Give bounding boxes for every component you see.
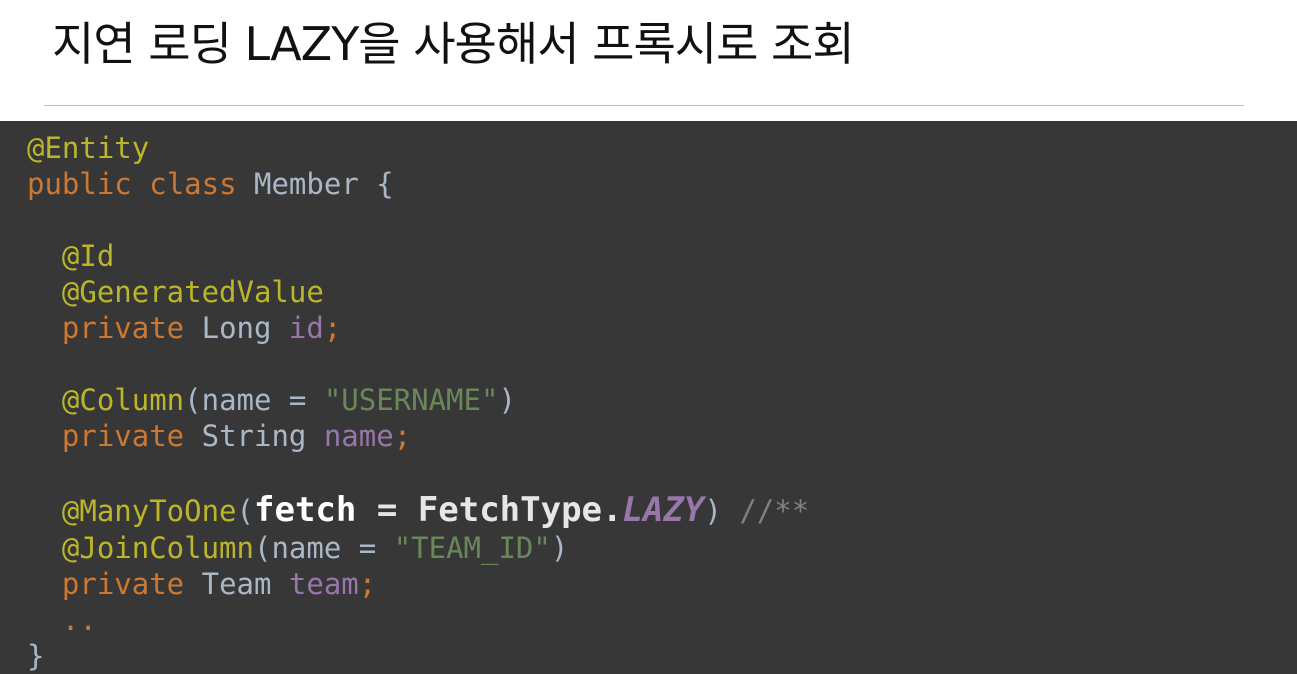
keyword-token: private (61, 567, 185, 601)
code-line-11-highlighted: @ManyToOne(fetch = FetchType.LAZY) //** (27, 490, 1297, 530)
code-line-6: private Long id; (27, 310, 1297, 346)
code-line-2: public class Member { (27, 166, 1297, 202)
title-divider (44, 105, 1244, 106)
brace-token: { (376, 167, 394, 201)
semicolon-token: ; (393, 419, 412, 453)
slide: 지연 로딩 LAZY을 사용해서 프록시로 조회 @Entity public … (0, 0, 1297, 674)
comment-token: //** (739, 494, 810, 528)
operator-token: = (271, 383, 324, 417)
highlighted-lazy-token: LAZY (622, 490, 705, 530)
code-line-8: @Column(name = "USERNAME") (27, 382, 1297, 418)
code-line-9: private String name; (27, 418, 1297, 454)
field-token: id (288, 311, 324, 345)
brace-token: } (27, 639, 45, 673)
field-token: name (323, 419, 394, 453)
string-token: "USERNAME" (323, 383, 499, 417)
paren-token: ) (704, 494, 722, 528)
code-line-4: @Id (27, 238, 1297, 274)
semicolon-token: ; (323, 311, 342, 345)
field-token: team (288, 567, 359, 601)
annotation-token: @Entity (27, 131, 150, 165)
paren-token: ( (184, 383, 202, 417)
paren-token: ( (253, 531, 272, 565)
annotation-token: @ManyToOne (61, 494, 237, 528)
keyword-token: public (27, 167, 132, 201)
code-block: @Entity public class Member { @Id @Gener… (0, 121, 1297, 674)
code-line-15: } (27, 638, 1297, 674)
string-token: "TEAM_ID" (393, 531, 551, 565)
annotation-token: @JoinColumn (61, 531, 254, 565)
code-line-5: @GeneratedValue (27, 274, 1297, 310)
code-line-13: private Team team; (27, 566, 1297, 602)
annotation-token: @Id (61, 239, 115, 273)
type-token: Team (201, 567, 272, 601)
highlighted-type-token: FetchType. (417, 490, 623, 530)
keyword-token: class (149, 167, 237, 201)
type-token: String (201, 419, 307, 453)
annotation-token: @Column (61, 383, 185, 417)
param-token: name (201, 383, 272, 417)
ellipsis-token: .. (61, 603, 97, 637)
keyword-token: private (61, 311, 185, 345)
keyword-token: private (61, 419, 185, 453)
code-line-12: @JoinColumn(name = "TEAM_ID") (27, 530, 1297, 566)
paren-token: ) (550, 531, 569, 565)
semicolon-token: ; (358, 567, 377, 601)
highlighted-operator-token: = (356, 490, 418, 530)
code-line-1: @Entity (27, 130, 1297, 166)
slide-title: 지연 로딩 LAZY을 사용해서 프록시로 조회 (52, 17, 855, 71)
highlighted-param-token: fetch (254, 490, 357, 530)
class-name-token: Member (254, 167, 359, 201)
code-line-14: .. (27, 602, 1297, 638)
operator-token: = (341, 531, 394, 565)
annotation-token: @GeneratedValue (61, 275, 324, 309)
param-token: name (271, 531, 342, 565)
type-token: Long (201, 311, 272, 345)
paren-token: ) (498, 383, 516, 417)
paren-token: ( (236, 494, 254, 528)
